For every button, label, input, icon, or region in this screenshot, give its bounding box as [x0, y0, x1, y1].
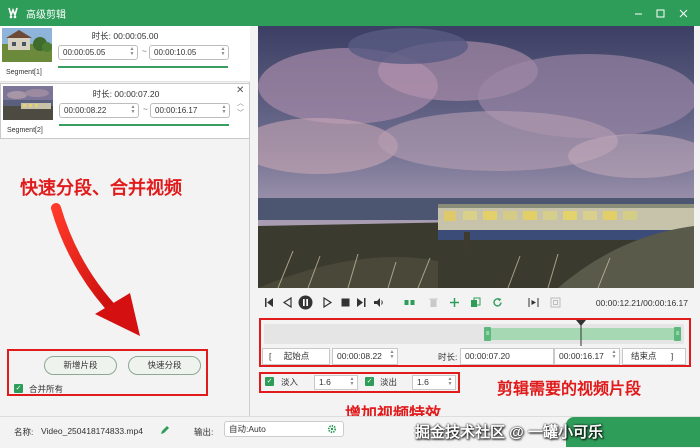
segment-item-selected[interactable]: Segment[2] 时长: 00:00:07.20 00:00:08.22 ▲… [0, 83, 250, 139]
step-back-icon[interactable] [282, 297, 293, 308]
maximize-button[interactable] [649, 0, 671, 26]
trim-duration-field[interactable]: 00:00:07.20 [460, 348, 554, 365]
minimize-button[interactable] [627, 0, 649, 26]
output-select[interactable]: 自动:Auto [224, 421, 344, 437]
range-start-handle[interactable]: ≡ [484, 327, 491, 341]
playback-controls: 00:00:12.21/00:00:16.17 [258, 292, 694, 314]
segment-progress [59, 124, 229, 126]
timeline-track[interactable]: ≡ ≡ [264, 320, 684, 346]
spinner-arrows-icon[interactable]: ▲ ▼ [130, 105, 136, 116]
segment-label: Segment[1] [6, 69, 42, 76]
fade-in-label: 淡入 [281, 377, 299, 387]
segment-start-field[interactable]: 00:00:05.05 ▲ ▼ [58, 45, 138, 60]
spinner-arrows-icon[interactable]: ▲ ▼ [349, 377, 355, 388]
spinner-arrows-icon[interactable]: ▲ ▼ [220, 47, 226, 58]
file-name-value: Video_250418174833.mp4 [41, 426, 143, 436]
segment-end-field[interactable]: 00:00:16.17 ▲ ▼ [150, 103, 230, 118]
spinner-arrows-icon[interactable]: ▲ ▼ [611, 350, 617, 361]
merge-all-checkbox[interactable]: ✓ [14, 384, 23, 393]
add-segment-button[interactable]: 新增片段 [44, 356, 117, 375]
playhead-icon[interactable] [576, 320, 586, 346]
fade-in-field[interactable]: 1.6 ▲ ▼ [314, 375, 358, 390]
segment-item[interactable]: Segment[1] 时长: 00:00:05.00 00:00:05.05 ▲… [0, 26, 250, 82]
range-separator: ~ [142, 47, 147, 56]
playback-timecode: 00:00:12.21/00:00:16.17 [595, 298, 688, 308]
minimize-icon [634, 13, 642, 14]
play-selection-icon[interactable] [528, 297, 539, 308]
video-preview[interactable] [258, 26, 694, 288]
spinner-arrows-icon[interactable]: ▲ ▼ [129, 47, 135, 58]
merge-all-label: 合并所有 [29, 384, 64, 394]
segment-duration: 时长: 00:00:05.00 [91, 31, 159, 41]
annotation-trim: 剪辑需要的视频片段 [497, 381, 642, 398]
close-window-button[interactable] [672, 0, 694, 26]
segment-end-field[interactable]: 00:00:10.05 ▲ ▼ [149, 45, 229, 60]
window-title: 高级剪辑 [26, 9, 66, 21]
bottom-bar: 名称: Video_250418174833.mp4 输出: 自动:Auto 掘… [0, 416, 700, 448]
maximize-icon [656, 9, 664, 17]
annotation-quick-split: 快速分段、合并视频 [20, 178, 182, 198]
trim-end-field[interactable]: 00:00:16.17 ▲ ▼ [554, 348, 620, 365]
close-icon [679, 9, 687, 17]
delete-icon[interactable] [428, 297, 439, 308]
app-logo-icon [8, 7, 18, 19]
range-end-handle[interactable]: ≡ [674, 327, 681, 341]
remove-segment-icon[interactable]: ✕ [236, 85, 244, 96]
fade-out-checkbox[interactable]: ✓ [365, 377, 374, 386]
segment-duration: 时长: 00:00:07.20 [92, 89, 160, 99]
set-end-button[interactable]: 结束点 ] [622, 348, 686, 365]
edit-icon[interactable] [160, 425, 170, 435]
file-name-label: 名称: [14, 427, 34, 437]
range-separator: ~ [143, 105, 148, 114]
fade-out-field[interactable]: 1.6 ▲ ▼ [412, 375, 456, 390]
skip-to-start-icon[interactable] [264, 297, 275, 308]
snapshot-icon[interactable] [550, 297, 561, 308]
trim-duration-label: 时长: [438, 352, 458, 362]
fade-out-label: 淡出 [380, 377, 398, 387]
quick-split-button[interactable]: 快速分段 [128, 356, 201, 375]
segment-progress [58, 66, 228, 68]
move-down-icon[interactable]: ﹀ [237, 108, 244, 118]
step-forward-icon[interactable] [322, 297, 333, 308]
volume-icon[interactable] [373, 297, 384, 308]
output-label: 输出: [194, 427, 214, 437]
stop-icon[interactable] [340, 297, 351, 308]
spinner-arrows-icon[interactable]: ▲ ▼ [389, 350, 395, 361]
move-up-icon[interactable]: ︿ [237, 98, 244, 108]
skip-to-end-icon[interactable] [356, 297, 367, 308]
gear-icon[interactable] [327, 424, 337, 434]
spinner-arrows-icon[interactable]: ▲ ▼ [447, 377, 453, 388]
segment-panel: Segment[1] 时长: 00:00:05.00 00:00:05.05 ▲… [0, 26, 250, 416]
annotation-arrow [51, 203, 140, 336]
segment-start-field[interactable]: 00:00:08.22 ▲ ▼ [59, 103, 139, 118]
add-icon[interactable] [449, 297, 460, 308]
trim-start-field[interactable]: 00:00:08.22 ▲ ▼ [332, 348, 398, 365]
title-bar: 高级剪辑 [0, 0, 700, 26]
segment-label: Segment[2] [7, 127, 43, 134]
split-marker-icon[interactable] [404, 297, 415, 308]
fade-in-checkbox[interactable]: ✓ [265, 377, 274, 386]
trim-fields-row: [ 起始点 00:00:08.22 ▲ ▼ 时长: 00:00:07.20 00:… [262, 348, 688, 366]
refresh-icon[interactable] [492, 297, 503, 308]
watermark: 掘金技术社区 @ 一罐小可乐 [415, 424, 603, 441]
copy-icon[interactable] [470, 297, 481, 308]
set-start-button[interactable]: [ 起始点 [262, 348, 330, 365]
spinner-arrows-icon[interactable]: ▲ ▼ [221, 105, 227, 116]
pause-icon[interactable] [298, 295, 313, 310]
